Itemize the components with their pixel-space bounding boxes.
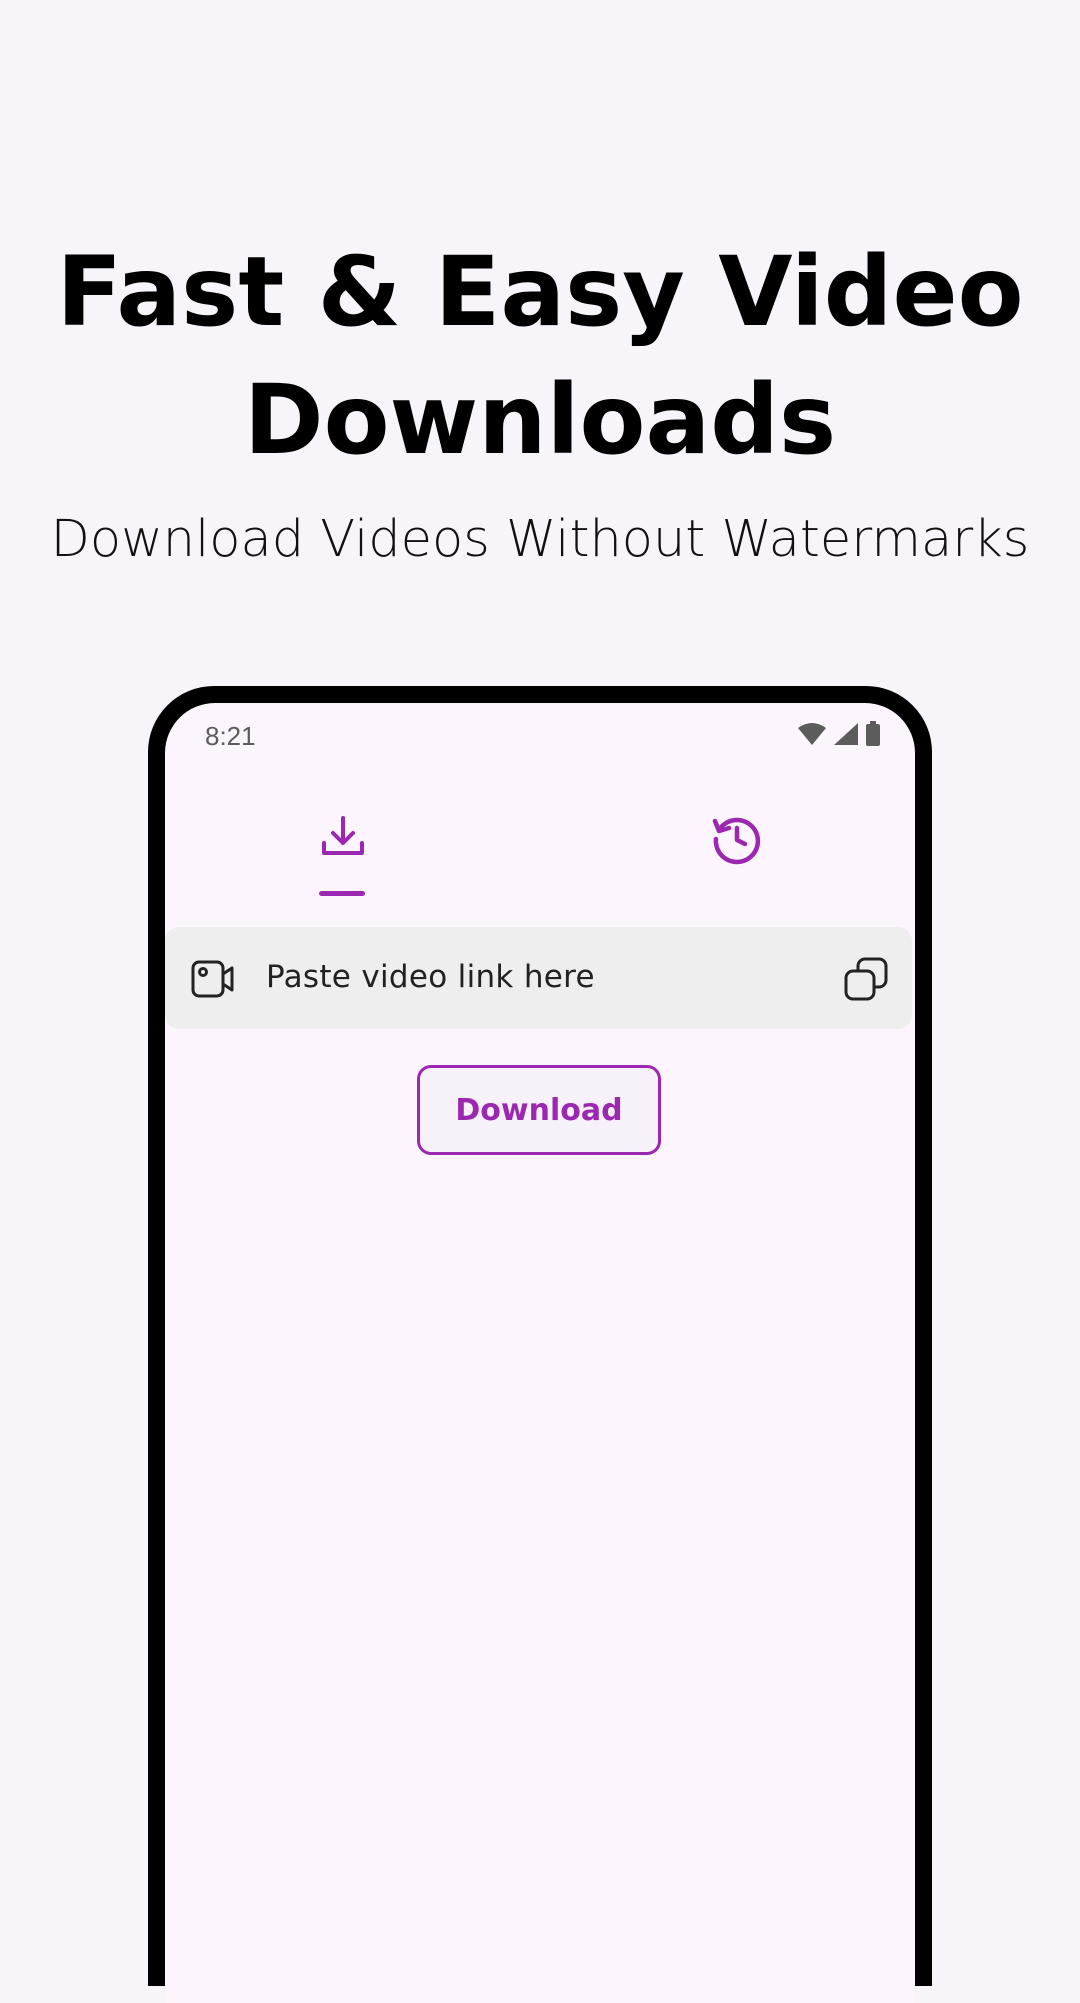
signal-icon	[833, 722, 859, 751]
link-input-placeholder: Paste video link here	[266, 959, 595, 995]
video-icon	[191, 959, 235, 1004]
phone-screen: 8:21 Paste video link here Download	[165, 703, 915, 2003]
tab-active-indicator	[319, 891, 365, 896]
status-icons	[797, 721, 881, 752]
history-icon	[711, 813, 763, 870]
tab-download[interactable]	[303, 813, 383, 903]
wifi-icon	[797, 722, 827, 751]
phone-mockup: 8:21 Paste video link here Download	[148, 686, 932, 2003]
hero-title: Fast & Easy Video Downloads	[56, 236, 1024, 476]
paste-icon[interactable]	[844, 957, 888, 1006]
status-bar: 8:21	[165, 703, 915, 767]
status-time: 8:21	[205, 721, 256, 751]
battery-icon	[865, 721, 881, 752]
video-link-input[interactable]: Paste video link here	[165, 927, 912, 1029]
hero-subtitle: Download Videos Without Watermarks	[50, 510, 1030, 569]
download-button[interactable]: Download	[417, 1065, 661, 1155]
download-icon	[319, 813, 367, 866]
tab-history[interactable]	[697, 813, 777, 903]
